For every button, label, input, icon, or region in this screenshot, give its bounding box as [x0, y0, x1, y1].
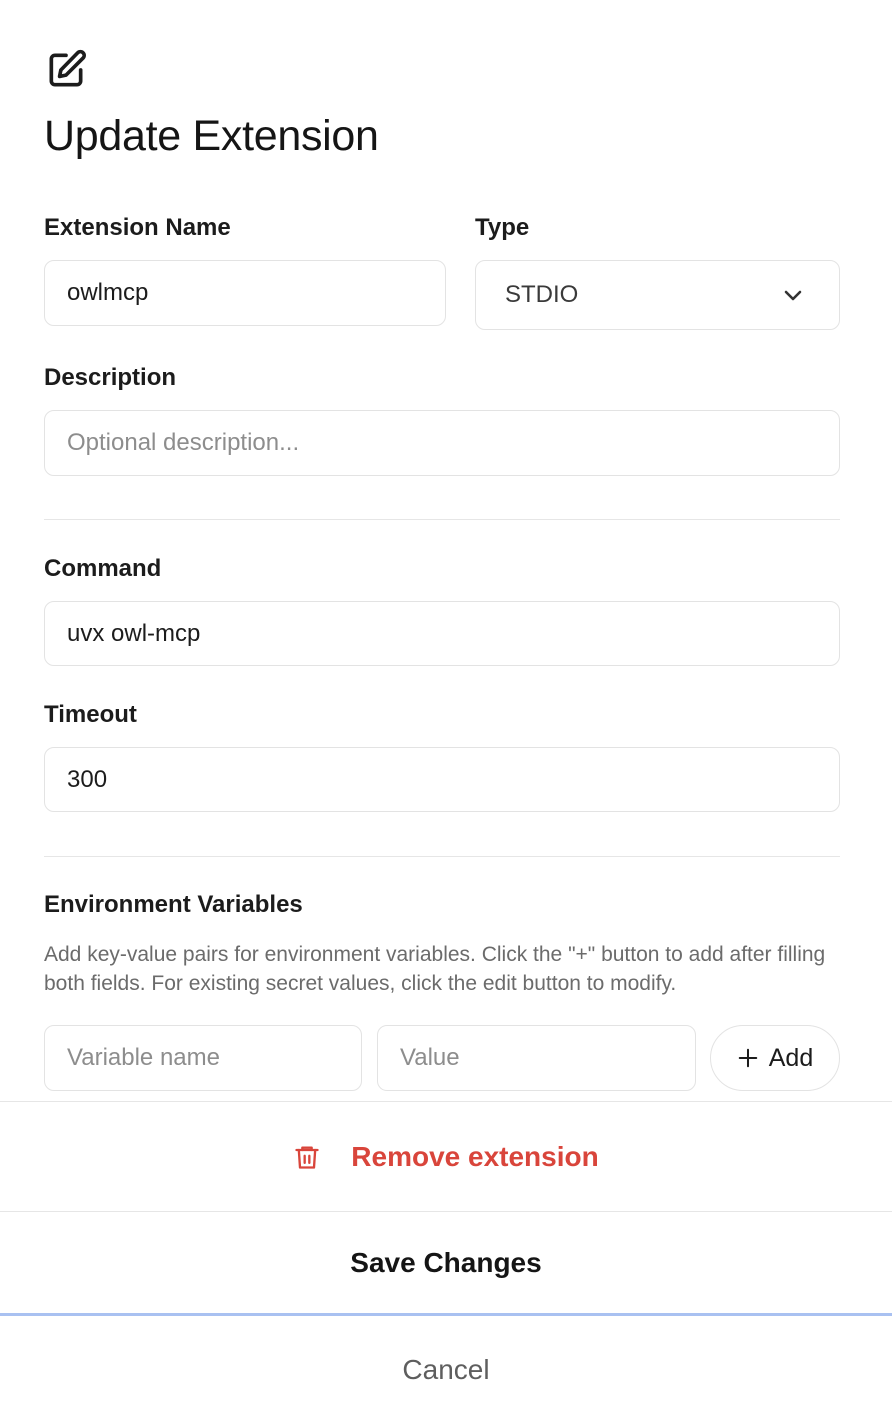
extension-name-input[interactable]: owlmcp [44, 260, 446, 326]
add-variable-label: Add [768, 1043, 814, 1072]
save-changes-button[interactable]: Save Changes [0, 1212, 892, 1314]
remove-extension-label: Remove extension [351, 1141, 599, 1172]
edit-icon [49, 49, 86, 87]
plus-icon [738, 1048, 758, 1068]
update-extension-dialog: Update Extension Extension Name owlmcp T… [0, 0, 892, 1424]
add-variable-button[interactable]: Add [710, 1025, 840, 1091]
description-placeholder: Optional description... [67, 429, 300, 456]
command-label: Command [44, 555, 162, 582]
type-select-value: STDIO [505, 281, 579, 308]
description-input[interactable]: Optional description... [44, 410, 840, 476]
chevron-down-icon [784, 290, 802, 301]
timeout-label: Timeout [44, 701, 137, 728]
variable-value-placeholder: Value [400, 1044, 460, 1071]
remove-extension-button[interactable]: Remove extension [0, 1102, 892, 1212]
save-changes-label: Save Changes [350, 1247, 542, 1278]
variable-name-placeholder: Variable name [67, 1044, 220, 1071]
variable-value-input[interactable]: Value [377, 1025, 696, 1091]
cancel-label: Cancel [402, 1354, 490, 1385]
type-label: Type [475, 214, 530, 241]
extension-name-value: owlmcp [67, 279, 149, 306]
trash-icon [295, 1146, 319, 1169]
dialog-title: Update Extension [44, 112, 379, 160]
description-label: Description [44, 364, 177, 391]
env-variables-heading: Environment Variables [44, 891, 303, 918]
env-variables-help: Add key-value pairs for environment vari… [44, 943, 826, 995]
extension-name-label: Extension Name [44, 214, 231, 241]
section-divider [44, 519, 840, 520]
variable-name-input[interactable]: Variable name [44, 1025, 362, 1091]
timeout-value: 300 [67, 765, 108, 793]
section-divider [44, 856, 840, 857]
type-select[interactable]: STDIO [475, 260, 840, 330]
command-value: uvx owl-mcp [67, 619, 201, 647]
timeout-input[interactable]: 300 [44, 747, 840, 812]
cancel-button[interactable]: Cancel [0, 1316, 892, 1424]
command-input[interactable]: uvx owl-mcp [44, 601, 840, 666]
